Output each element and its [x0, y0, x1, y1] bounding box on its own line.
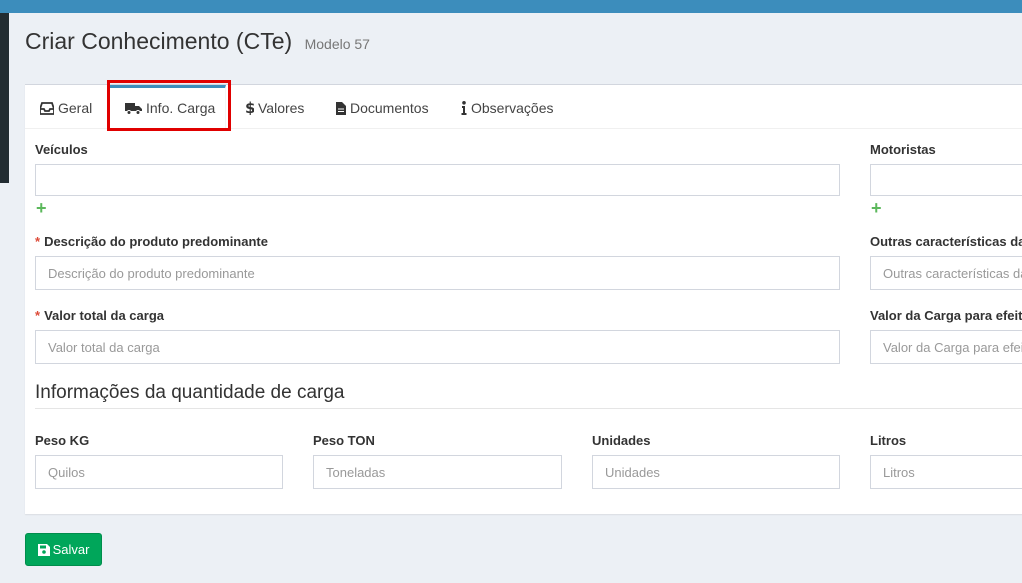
tab-label: Valores: [258, 100, 305, 116]
section-divider: [35, 408, 1022, 409]
save-button[interactable]: Salvar: [25, 533, 102, 566]
tab-info-carga[interactable]: Info. Carga: [107, 85, 226, 128]
valor-efeito-label: Valor da Carga para efeito: [870, 308, 1022, 323]
required-mark: *: [35, 234, 41, 249]
tab-bar: Geral Info. Carga $ Valores Documentos Ob…: [25, 85, 1022, 129]
save-icon: [37, 544, 50, 556]
page-header: Criar Conhecimento (CTe) Modelo 57: [25, 28, 370, 55]
add-veiculo-button[interactable]: +: [36, 199, 47, 217]
valor-total-input[interactable]: [35, 330, 840, 364]
litros-label: Litros: [870, 433, 907, 448]
tab-documentos[interactable]: Documentos: [336, 85, 429, 128]
tab-valores[interactable]: $ Valores: [245, 85, 304, 128]
tab-observacoes[interactable]: Observações: [461, 85, 553, 128]
page-subtitle: Modelo 57: [304, 36, 370, 52]
litros-input[interactable]: [870, 455, 1022, 489]
valor-total-label: * Valor total da carga: [35, 308, 164, 323]
tab-label: Observações: [471, 100, 554, 116]
descricao-input[interactable]: [35, 256, 840, 290]
tab-geral[interactable]: Geral: [40, 85, 92, 128]
unidades-input[interactable]: [592, 455, 840, 489]
save-label: Salvar: [52, 542, 90, 557]
peso-ton-label: Peso TON: [313, 433, 375, 448]
tab-label: Info. Carga: [146, 100, 216, 116]
veiculos-label: Veículos: [35, 142, 88, 157]
info-icon: [461, 101, 467, 115]
motoristas-input[interactable]: [870, 164, 1022, 196]
sidebar-edge: [0, 13, 9, 183]
top-navbar-strip: [0, 0, 1022, 13]
valor-efeito-input[interactable]: [870, 330, 1022, 364]
dollar-icon: $: [245, 100, 254, 115]
svg-text:$: $: [245, 100, 254, 115]
page-title: Criar Conhecimento (CTe): [25, 28, 293, 54]
peso-ton-input[interactable]: [313, 455, 562, 489]
valor-total-label-text: Valor total da carga: [44, 308, 164, 323]
outras-label: Outras características da: [870, 234, 1022, 249]
motoristas-label: Motoristas: [870, 142, 936, 157]
peso-kg-label: Peso KG: [35, 433, 90, 448]
veiculos-input[interactable]: [35, 164, 840, 196]
descricao-label: * Descrição do produto predominante: [35, 234, 268, 249]
required-mark: *: [35, 308, 41, 323]
form-card: Geral Info. Carga $ Valores Documentos Ob…: [25, 84, 1022, 514]
descricao-label-text: Descrição do produto predominante: [44, 234, 268, 249]
truck-icon: [125, 103, 142, 115]
unidades-label: Unidades: [592, 433, 651, 448]
tab-label: Geral: [58, 100, 93, 116]
peso-kg-input[interactable]: [35, 455, 283, 489]
outras-input[interactable]: [870, 256, 1022, 290]
document-icon: [336, 102, 346, 115]
add-motorista-button[interactable]: +: [871, 199, 882, 217]
quantity-section-title: Informações da quantidade de carga: [35, 382, 345, 403]
tab-label: Documentos: [350, 100, 429, 116]
inbox-icon: [40, 102, 54, 115]
